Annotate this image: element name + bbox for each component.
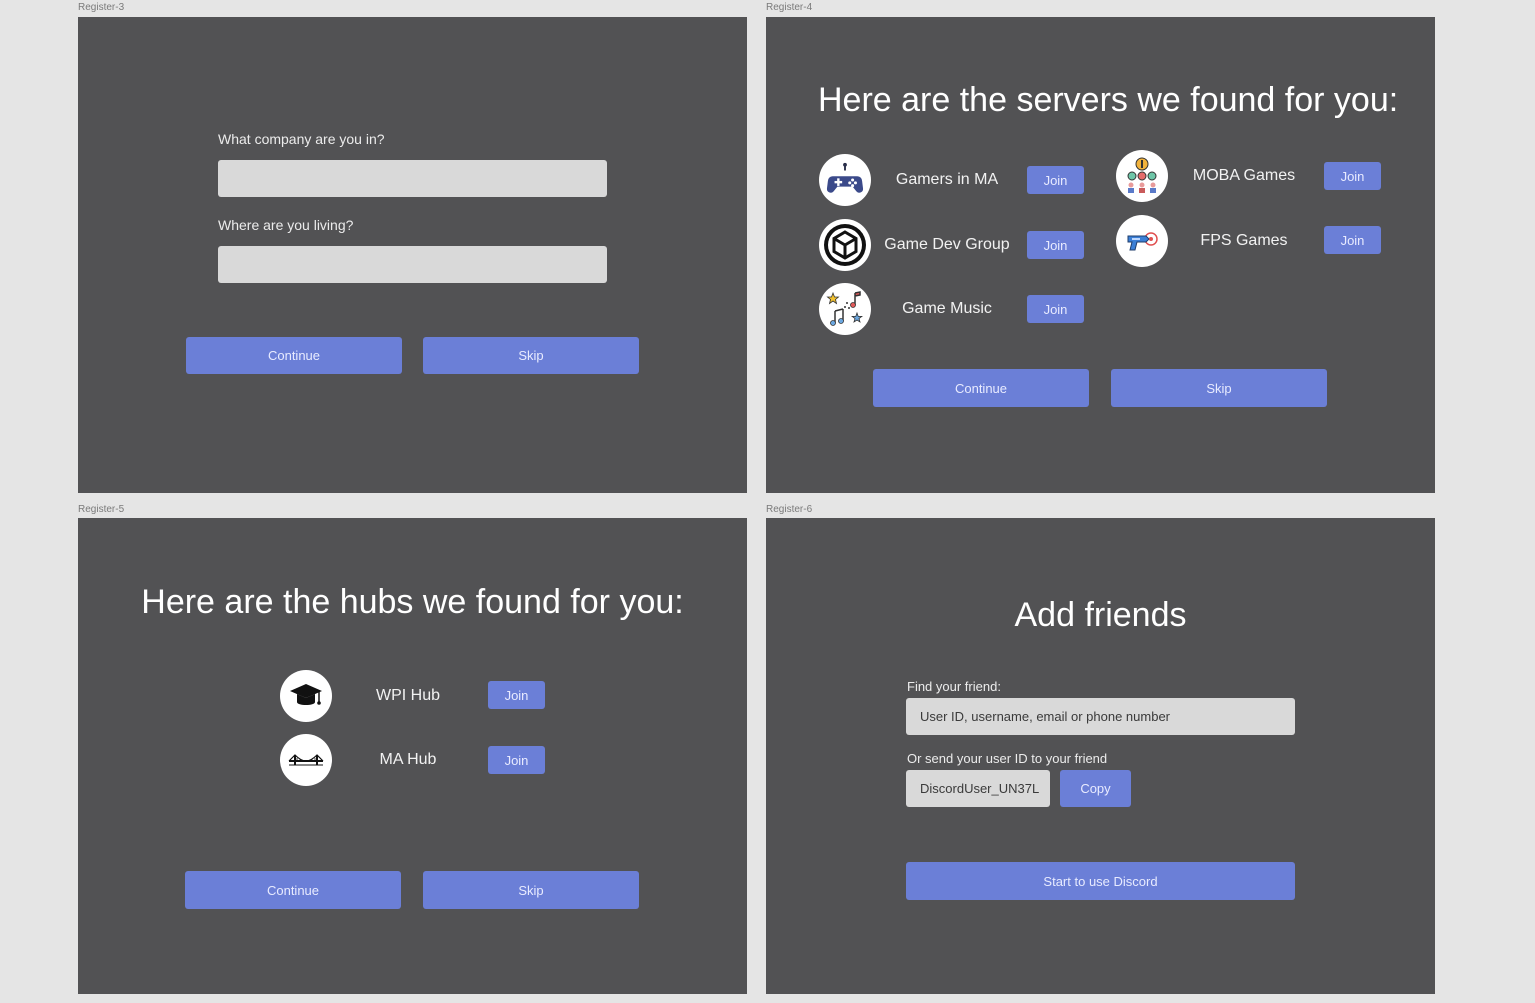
skip-button[interactable]: Skip [1111,369,1327,407]
server-name-gamers-in-ma: Gamers in MA [895,171,999,188]
join-game-music-button[interactable]: Join [1027,295,1084,323]
join-gamers-in-ma-button[interactable]: Join [1027,166,1084,194]
user-id-field[interactable]: DiscordUser_UN37L [906,770,1050,807]
server-name-game-music: Game Music [902,300,992,317]
find-friend-label: Find your friend: [907,679,1001,694]
continue-button[interactable]: Continue [186,337,402,374]
join-moba-games-button[interactable]: Join [1324,162,1381,190]
frame-label-register-5: Register-5 [78,504,125,515]
frame-label-register-6: Register-6 [766,504,813,515]
music-notes-icon [819,283,871,335]
frame-label-register-3: Register-3 [78,2,125,13]
hubs-heading: Here are the hubs we found for you: [141,583,684,621]
hub-name-wpi: WPI Hub [375,687,440,704]
join-ma-hub-button[interactable]: Join [488,746,545,774]
copy-button[interactable]: Copy [1060,770,1131,807]
graduation-cap-icon [280,670,332,722]
living-input[interactable] [218,246,607,283]
find-friend-input[interactable]: User ID, username, email or phone number [906,698,1295,735]
user-id-value: DiscordUser_UN37L [920,781,1040,796]
continue-button[interactable]: Continue [185,871,401,909]
add-friends-heading: Add friends [1014,596,1187,634]
register-6-frame: Add friends Find your friend: User ID, u… [766,518,1435,994]
servers-heading: Here are the servers we found for you: [818,81,1399,119]
join-fps-games-button[interactable]: Join [1324,226,1381,254]
unity-icon [819,219,871,271]
server-name-game-dev-group: Game Dev Group [884,236,1010,253]
moba-icon [1116,150,1168,202]
gamepad-icon [819,154,871,206]
start-discord-button[interactable]: Start to use Discord [906,862,1295,900]
continue-button[interactable]: Continue [873,369,1089,407]
send-id-label: Or send your user ID to your friend [907,751,1108,766]
register-4-frame: Here are the servers we found for you: G… [766,17,1435,493]
register-5-frame: Here are the hubs we found for you: WPI … [78,518,747,994]
bridge-icon [280,734,332,786]
company-input[interactable] [218,160,607,197]
server-name-moba-games: MOBA Games [1192,167,1296,184]
skip-button[interactable]: Skip [423,871,639,909]
join-game-dev-group-button[interactable]: Join [1027,231,1084,259]
find-friend-placeholder: User ID, username, email or phone number [920,709,1171,724]
server-name-fps-games: FPS Games [1200,232,1288,249]
company-question-label: What company are you in? [218,131,385,147]
skip-button[interactable]: Skip [423,337,639,374]
register-3-frame: What company are you in? Where are you l… [78,17,747,493]
living-question-label: Where are you living? [218,217,354,233]
frame-label-register-4: Register-4 [766,2,813,13]
hub-name-ma: MA Hub [379,751,437,768]
laser-gun-icon [1116,215,1168,267]
join-wpi-hub-button[interactable]: Join [488,681,545,709]
